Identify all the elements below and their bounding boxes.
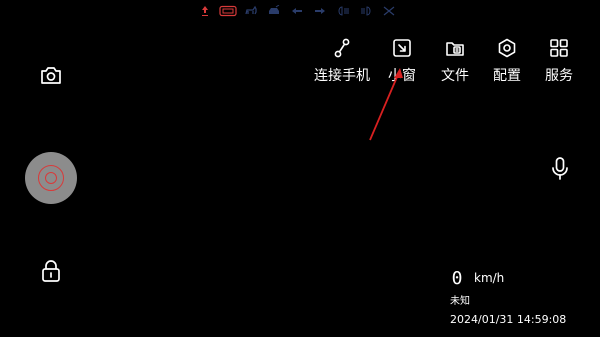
location-text: 未知 [450,296,470,307]
config-button[interactable]: 配置 [493,36,521,84]
lock-button[interactable] [40,259,62,283]
mini-window-icon [390,36,414,60]
link-icon [330,36,354,60]
lock-icon [42,260,60,282]
status-strip [195,4,400,18]
beam-icon [333,4,353,18]
services-button[interactable]: 服务 [545,36,573,84]
adas-icon [218,4,238,18]
grid-icon [547,36,571,60]
record-button[interactable] [25,152,77,204]
microphone-icon [552,157,568,180]
camera-button[interactable] [39,64,63,86]
speed-unit: km/h [474,271,505,285]
fog-lamp-icon [356,4,376,18]
connect-phone-button[interactable]: 连接手机 [314,36,370,84]
files-button[interactable]: 文件 [441,36,469,84]
left-arrow-icon [287,4,307,18]
toolbar-label: 小窗 [388,68,416,84]
record-icon [38,165,64,191]
right-arrow-icon [310,4,330,18]
settings-icon [495,36,519,60]
speed-panel: 0 km/h 未知 2024/01/31 14:59:08 [450,267,595,327]
toolbar-label: 连接手机 [314,68,370,84]
folder-icon [443,36,467,60]
crossed-icon [379,4,399,18]
toolbar-label: 文件 [441,68,469,84]
mini-window-button[interactable]: 小窗 [388,36,416,84]
timestamp: 2024/01/31 14:59:08 [450,313,567,326]
car-icon [264,4,284,18]
driver-alert-icon [195,4,215,18]
camera-icon [41,67,61,84]
toolbar-label: 服务 [545,68,573,84]
speed-value: 0 [451,267,463,289]
microphone-button[interactable] [550,156,570,182]
toolbar-label: 配置 [493,68,521,84]
dog-icon [241,4,261,18]
